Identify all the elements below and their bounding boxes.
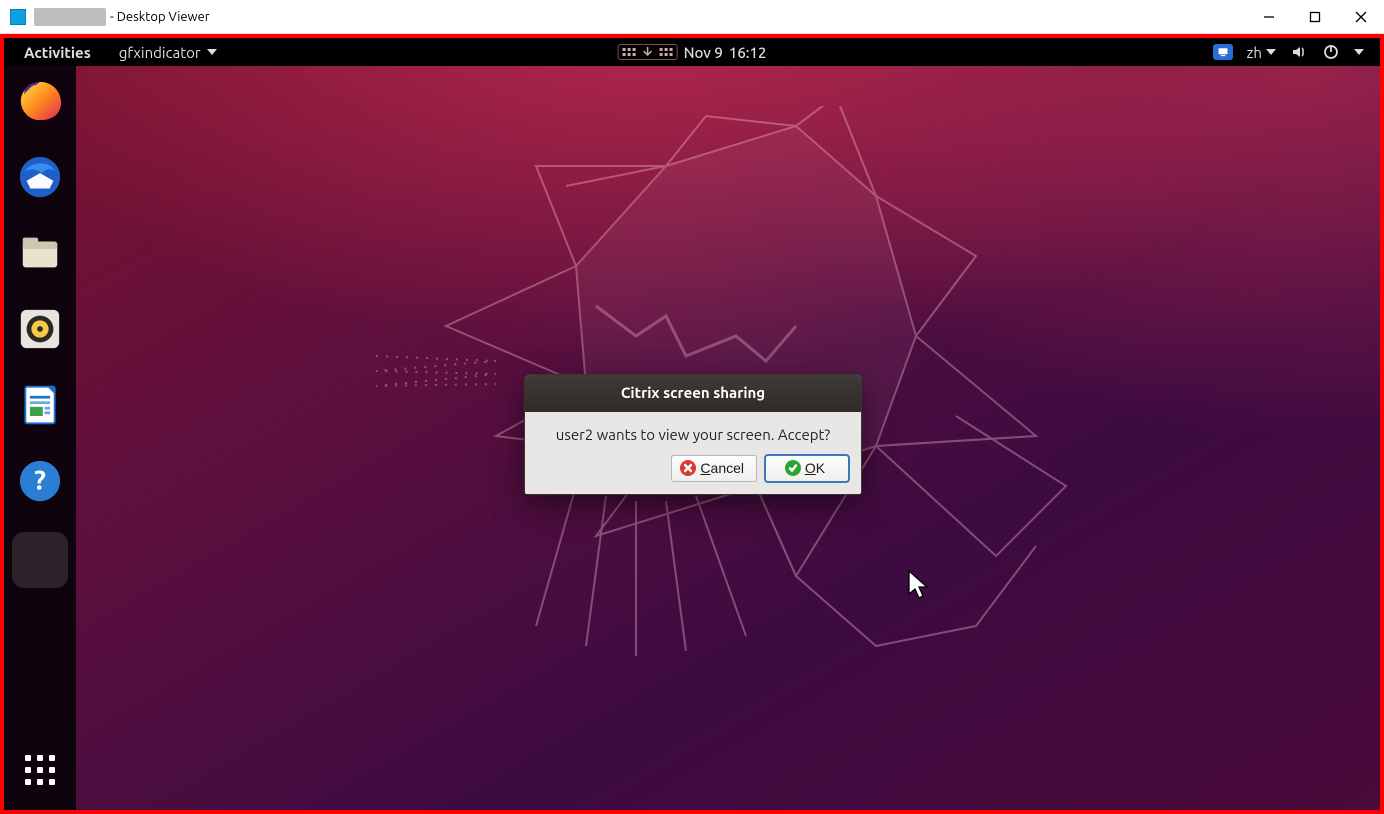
ok-button[interactable]: OK <box>765 455 849 482</box>
dock-firefox[interactable] <box>15 76 65 126</box>
pin-down-icon <box>642 46 654 58</box>
grip-icon <box>623 48 636 56</box>
clock-time: 16:12 <box>729 44 767 61</box>
grip-icon <box>660 48 673 56</box>
dialog-button-row: Cancel OK <box>525 455 861 494</box>
close-button[interactable] <box>1338 0 1384 34</box>
chevron-down-icon <box>1266 49 1276 55</box>
show-applications-button[interactable] <box>20 750 60 790</box>
activities-button[interactable]: Activities <box>10 44 105 61</box>
input-source-button[interactable]: zh <box>1247 44 1276 61</box>
files-icon <box>17 230 63 276</box>
host-window-titlebar: - Desktop Viewer <box>0 0 1384 34</box>
dock: ? <box>4 66 76 810</box>
citrix-toolbar-notch[interactable] <box>618 44 678 60</box>
svg-text:?: ? <box>34 466 46 496</box>
cancel-button[interactable]: Cancel <box>671 455 757 482</box>
screen-sharing-dialog: Citrix screen sharing user2 wants to vie… <box>524 374 862 495</box>
dialog-title: Citrix screen sharing <box>525 375 861 412</box>
dock-running-app[interactable] <box>12 532 68 588</box>
ok-icon <box>785 460 801 476</box>
gnome-top-bar: Activities gfxindicator Nov 9 16:12 zh <box>4 38 1380 66</box>
thunderbird-icon <box>17 154 63 200</box>
input-source-label: zh <box>1247 44 1262 61</box>
dock-help[interactable]: ? <box>15 456 65 506</box>
cancel-icon <box>680 460 696 476</box>
dock-libreoffice-writer[interactable] <box>15 380 65 430</box>
volume-icon[interactable] <box>1290 43 1308 61</box>
screen-share-indicator-icon[interactable] <box>1213 44 1233 60</box>
clock-date: Nov 9 <box>684 44 723 61</box>
desktop: ? Cit <box>4 66 1380 810</box>
cancel-button-label: Cancel <box>700 460 744 476</box>
app-menu-label: gfxindicator <box>119 44 201 61</box>
wallpaper: Citrix screen sharing user2 wants to vie… <box>76 66 1380 810</box>
dock-rhythmbox[interactable] <box>15 304 65 354</box>
ok-button-label: OK <box>805 460 825 476</box>
clock-area[interactable]: Nov 9 16:12 <box>618 44 767 61</box>
power-icon[interactable] <box>1322 43 1340 61</box>
minimize-button[interactable] <box>1246 0 1292 34</box>
citrix-viewer-frame: Activities gfxindicator Nov 9 16:12 zh <box>0 34 1384 814</box>
speaker-icon <box>17 306 63 352</box>
system-status-area[interactable]: zh <box>1213 43 1374 61</box>
dialog-message: user2 wants to view your screen. Accept? <box>525 412 861 455</box>
dock-thunderbird[interactable] <box>15 152 65 202</box>
maximize-button[interactable] <box>1292 0 1338 34</box>
chevron-down-icon <box>1354 49 1364 55</box>
citrix-app-icon <box>10 9 26 25</box>
chevron-down-icon <box>207 49 217 55</box>
help-icon: ? <box>17 458 63 504</box>
firefox-icon <box>17 78 63 124</box>
host-window-title: - Desktop Viewer <box>110 10 210 24</box>
app-menu-button[interactable]: gfxindicator <box>105 44 231 61</box>
dock-files[interactable] <box>15 228 65 278</box>
document-icon <box>18 383 62 427</box>
session-name-redacted <box>34 8 106 26</box>
